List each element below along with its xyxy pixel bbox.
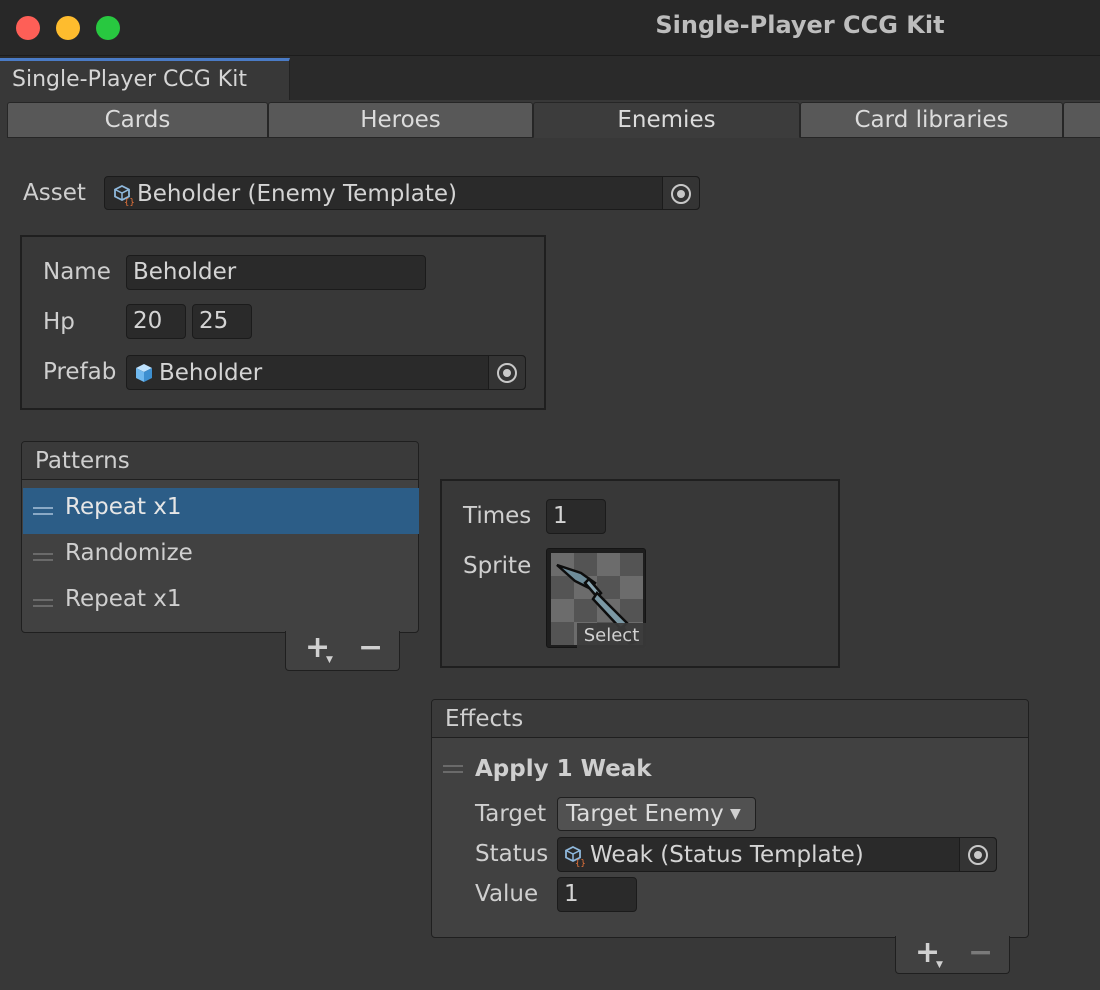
asset-value: Beholder (Enemy Template): [137, 181, 457, 207]
value-field[interactable]: 1: [557, 877, 637, 912]
drag-handle-icon[interactable]: [33, 599, 53, 607]
list-item-selected[interactable]: Repeat x1: [23, 488, 419, 534]
tab-overflow[interactable]: [1063, 102, 1100, 138]
patterns-header: Patterns: [22, 442, 418, 480]
editor-window-tab[interactable]: Single-Player CCG Kit: [0, 58, 290, 100]
chevron-down-icon: ▼: [730, 806, 741, 822]
prefab-value: Beholder: [159, 360, 263, 386]
prefab-object-field[interactable]: Beholder: [126, 355, 526, 390]
drag-handle-icon[interactable]: [33, 507, 53, 515]
patterns-title: Patterns: [35, 448, 130, 474]
times-field[interactable]: 1: [546, 499, 606, 534]
remove-pattern-button[interactable]: −: [358, 633, 383, 663]
scriptable-object-icon: {}: [114, 184, 135, 206]
status-picker-button[interactable]: [959, 838, 996, 871]
target-label: Target: [475, 801, 547, 827]
title-bar: Single-Player CCG Kit: [0, 0, 1100, 56]
object-picker-icon: [497, 363, 517, 383]
sprite-select-button[interactable]: Select: [577, 623, 646, 648]
patterns-footer: + ▼ −: [285, 631, 400, 671]
scriptable-object-icon: {}: [565, 845, 586, 867]
hp-max-field[interactable]: 25: [192, 304, 252, 339]
dropdown-arrow-icon: ▼: [936, 960, 943, 970]
list-item[interactable]: Randomize: [23, 534, 419, 580]
remove-effect-button[interactable]: −: [968, 938, 993, 968]
drag-handle-icon[interactable]: [443, 765, 463, 773]
target-dropdown[interactable]: Target Enemy ▼: [557, 797, 756, 831]
effects-header: Effects: [432, 700, 1028, 738]
list-item-label: Randomize: [65, 540, 193, 566]
name-label: Name: [43, 259, 111, 285]
prefab-cube-icon: [136, 364, 152, 382]
effects-list: Effects Apply 1 Weak Target Target Enemy…: [431, 699, 1029, 938]
sprite-field[interactable]: Select: [546, 548, 646, 648]
sprite-label: Sprite: [463, 553, 532, 579]
object-picker-icon: [671, 184, 691, 204]
list-item[interactable]: Repeat x1: [23, 580, 419, 626]
svg-text:{}: {}: [575, 859, 586, 867]
effect-item-title: Apply 1 Weak: [475, 756, 652, 782]
asset-label: Asset: [23, 180, 86, 206]
asset-object-field[interactable]: {} Beholder (Enemy Template): [104, 176, 700, 210]
value-label: Value: [475, 881, 539, 907]
times-label: Times: [463, 503, 532, 529]
tab-card-libraries[interactable]: Card libraries: [800, 102, 1063, 138]
svg-text:{}: {}: [124, 198, 135, 206]
prefab-label: Prefab: [43, 359, 117, 385]
tab-enemies[interactable]: Enemies: [533, 102, 800, 138]
window-title: Single-Player CCG Kit: [655, 11, 945, 39]
dropdown-arrow-icon: ▼: [326, 655, 333, 665]
status-object-field[interactable]: {} Weak (Status Template): [557, 837, 997, 872]
status-label: Status: [475, 841, 549, 867]
editor-window-tab-label: Single-Player CCG Kit: [12, 67, 247, 92]
hp-min-field[interactable]: 20: [126, 304, 186, 339]
tab-cards[interactable]: Cards: [7, 102, 268, 138]
object-picker-icon: [968, 845, 988, 865]
patterns-list: Patterns Repeat x1 Randomize Repeat x1: [21, 441, 419, 633]
tab-heroes[interactable]: Heroes: [268, 102, 533, 138]
asset-picker-button[interactable]: [662, 177, 699, 209]
target-dropdown-value: Target Enemy: [566, 801, 724, 827]
hp-label: Hp: [43, 309, 75, 335]
list-item-label: Repeat x1: [65, 586, 182, 612]
effects-title: Effects: [445, 706, 524, 732]
effects-footer: + ▼ −: [895, 936, 1010, 974]
list-item-label: Repeat x1: [65, 494, 182, 520]
status-value: Weak (Status Template): [590, 842, 864, 868]
drag-handle-icon[interactable]: [33, 553, 53, 561]
prefab-picker-button[interactable]: [488, 356, 525, 389]
name-field[interactable]: Beholder: [126, 255, 426, 290]
